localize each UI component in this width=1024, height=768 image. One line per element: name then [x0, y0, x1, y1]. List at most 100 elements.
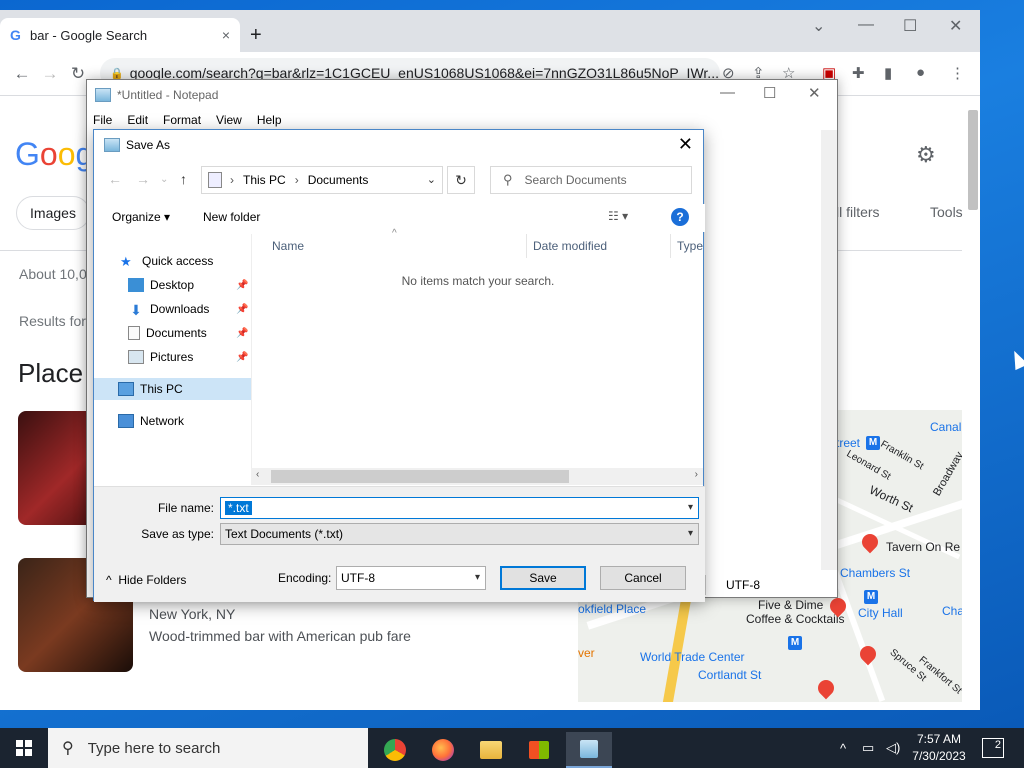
minimize-icon[interactable]: — — [720, 84, 735, 101]
notification-center-icon[interactable]: 2 — [982, 738, 1004, 758]
extensions-puzzle-icon[interactable]: ✚ — [852, 64, 865, 82]
menu-edit[interactable]: Edit — [127, 113, 148, 127]
maximize-icon[interactable]: ☐ — [763, 84, 776, 102]
file-name-label: File name: — [157, 501, 214, 515]
column-type[interactable]: Type — [677, 234, 703, 258]
view-options-icon[interactable]: ☷ ▾ — [608, 209, 628, 223]
nav-pictures[interactable]: Pictures 📌 — [128, 346, 251, 368]
chrome-menu-icon[interactable]: ⋮ — [950, 64, 965, 82]
menu-format[interactable]: Format — [163, 113, 201, 127]
map-label-coffee: Coffee & Cocktails — [746, 612, 845, 626]
empty-message: No items match your search. — [401, 274, 555, 288]
column-name[interactable]: Name — [272, 234, 304, 258]
forward-icon[interactable]: → — [36, 64, 64, 84]
show-hidden-icons-icon[interactable]: ^ — [840, 728, 846, 768]
page-scrollbar[interactable] — [968, 110, 978, 210]
chevron-down-icon[interactable]: ▾ — [688, 524, 693, 544]
map-label-canal: Canal — [930, 420, 962, 434]
taskbar-store[interactable] — [516, 732, 562, 768]
organize-button[interactable]: Organize ▾ — [112, 210, 170, 224]
column-date-modified[interactable]: Date modified — [533, 234, 607, 258]
pin-icon: 📌 — [236, 327, 249, 339]
map-label-worth: Worth St — [867, 482, 916, 516]
side-panel-icon[interactable]: ▮ — [884, 64, 892, 82]
google-favicon-icon: G — [10, 27, 21, 43]
taskbar-search[interactable]: ⚲ Type here to search — [48, 728, 368, 768]
file-name-input[interactable]: *.txt ▾ — [220, 497, 699, 519]
back-icon[interactable]: ← — [8, 64, 36, 84]
new-tab-button[interactable]: + — [250, 24, 262, 47]
cancel-button[interactable]: Cancel — [600, 566, 686, 590]
chevron-down-icon[interactable]: ⌄ — [427, 173, 436, 186]
scrollbar-thumb[interactable] — [271, 470, 569, 483]
navigation-pane: ★ Quick access Desktop 📌 ⬇ Downloads 📌 D… — [94, 234, 251, 484]
subway-icon: M — [788, 636, 802, 650]
breadcrumb-documents[interactable]: Documents — [308, 173, 369, 187]
back-arrow-icon[interactable]: ← — [108, 171, 122, 187]
encoding-select[interactable]: UTF-8 ▾ — [336, 566, 486, 590]
hide-folders-button[interactable]: ^ Hide Folders — [106, 573, 186, 587]
browser-tab[interactable]: G bar - Google Search × — [0, 18, 240, 52]
recent-locations-icon[interactable]: ⌄ — [160, 174, 168, 185]
computer-icon — [118, 382, 134, 396]
all-filters-button[interactable]: ll filters — [836, 204, 880, 220]
system-clock[interactable]: 7:57 AM 7/30/2023 — [904, 731, 974, 765]
map-label-chambers: Chambers St — [840, 566, 911, 580]
search-input[interactable]: ⚲ Search Documents — [490, 166, 692, 194]
nav-network[interactable]: Network — [118, 410, 184, 432]
nav-downloads[interactable]: ⬇ Downloads 📌 — [128, 298, 251, 320]
notepad-app-icon — [95, 88, 111, 102]
file-list-pane: ^ Name Date modified Type No items match… — [251, 228, 703, 470]
images-chip[interactable]: Images — [16, 196, 90, 230]
map-label-franklin: Franklin St — [878, 438, 926, 473]
dialog-titlebar[interactable]: Save As — [94, 130, 703, 160]
horizontal-scrollbar[interactable]: ‹ › — [251, 468, 703, 485]
tab-search-icon[interactable]: ⌄ — [812, 16, 825, 36]
menu-view[interactable]: View — [216, 113, 242, 127]
nav-this-pc[interactable]: This PC — [94, 378, 251, 400]
close-icon[interactable]: ✕ — [949, 16, 962, 36]
taskbar-file-explorer[interactable] — [468, 732, 514, 768]
help-icon[interactable]: ? — [671, 208, 689, 226]
menu-file[interactable]: File — [93, 113, 112, 127]
scroll-right-icon[interactable]: › — [695, 469, 698, 480]
profile-avatar-icon[interactable]: ● — [916, 64, 925, 81]
refresh-button[interactable]: ↻ — [447, 166, 475, 194]
network-icon[interactable]: ▭ — [862, 728, 874, 768]
nav-quick-access[interactable]: ★ Quick access — [120, 250, 213, 272]
pin-icon: 📌 — [236, 279, 249, 291]
taskbar-firefox[interactable] — [420, 732, 466, 768]
taskbar-notepad[interactable] — [566, 732, 612, 768]
nav-desktop[interactable]: Desktop 📌 — [128, 274, 251, 296]
close-icon[interactable]: ✕ — [678, 134, 693, 155]
maximize-icon[interactable]: ☐ — [903, 16, 917, 36]
close-icon[interactable]: ✕ — [808, 84, 821, 102]
address-breadcrumb[interactable]: › This PC › Documents ⌄ — [201, 166, 443, 194]
map-label-leonard: Leonard St — [844, 448, 893, 483]
map-label-ver: ver — [578, 646, 595, 660]
notepad-icon — [580, 740, 598, 758]
start-button[interactable] — [0, 728, 48, 768]
up-arrow-icon[interactable]: ↑ — [180, 171, 187, 187]
forward-arrow-icon[interactable]: → — [136, 171, 150, 187]
save-type-select[interactable]: Text Documents (*.txt) ▾ — [220, 523, 699, 545]
tools-button[interactable]: Tools — [930, 204, 963, 220]
tab-close-icon[interactable]: × — [222, 27, 230, 43]
save-button[interactable]: Save — [500, 566, 586, 590]
nav-documents[interactable]: Documents 📌 — [128, 322, 251, 344]
menu-help[interactable]: Help — [257, 113, 282, 127]
volume-icon[interactable]: ◁) — [886, 728, 900, 768]
minimize-icon[interactable]: — — [858, 16, 874, 34]
notepad-scrollbar[interactable] — [821, 130, 837, 570]
scroll-left-icon[interactable]: ‹ — [256, 469, 259, 480]
google-logo[interactable]: Goog — [15, 136, 93, 173]
new-folder-button[interactable]: New folder — [203, 210, 260, 224]
settings-gear-icon[interactable]: ⚙ — [916, 142, 936, 168]
pictures-icon — [128, 350, 144, 364]
taskbar-chrome[interactable] — [372, 732, 418, 768]
breadcrumb-this-pc[interactable]: This PC — [243, 173, 286, 187]
bar-pin-icon[interactable] — [814, 676, 838, 700]
chevron-down-icon[interactable]: ▾ — [475, 567, 480, 589]
listing-location: New York, NY — [149, 606, 236, 622]
chevron-down-icon[interactable]: ▾ — [688, 502, 693, 513]
